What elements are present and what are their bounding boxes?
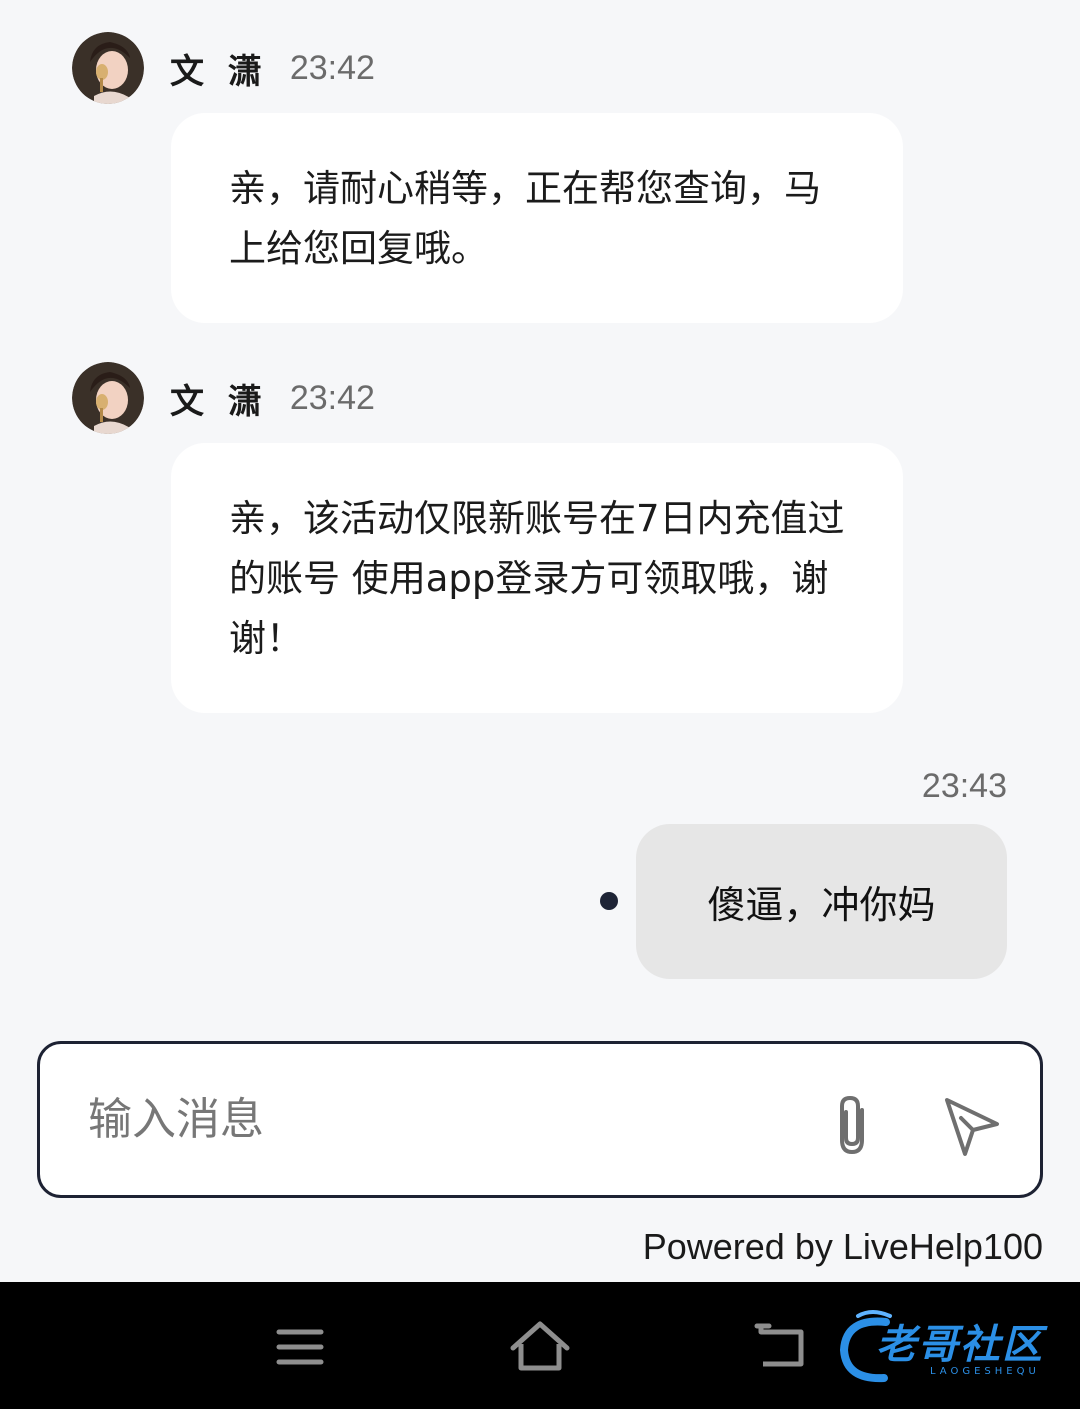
message-header: 文 潇 23:42 — [72, 362, 375, 434]
message-header: 文 潇 23:42 — [72, 32, 375, 104]
message-time: 23:42 — [289, 378, 375, 417]
send-icon[interactable] — [941, 1096, 1003, 1158]
agent-avatar[interactable] — [72, 362, 144, 434]
message-text: 亲，请耐心稍等，正在帮您查询，马上给您回复哦。 — [229, 167, 821, 270]
powered-by-label: Powered by LiveHelp100 — [642, 1226, 1043, 1267]
avatar-image — [72, 32, 144, 104]
message-time: 23:42 — [289, 48, 375, 87]
agent-avatar[interactable] — [72, 32, 144, 104]
agent-message-bubble: 亲，请耐心稍等，正在帮您查询，马上给您回复哦。 — [171, 113, 903, 323]
menu-icon[interactable] — [265, 1312, 335, 1382]
message-composer — [37, 1041, 1043, 1198]
outgoing-time: 23:43 — [921, 767, 1007, 805]
message-text: 傻逼，冲你妈 — [707, 883, 936, 927]
home-icon[interactable] — [505, 1312, 575, 1382]
sending-status-dot — [600, 892, 618, 910]
message-text: 亲，该活动仅限新账号在7日内充值过的账号 使用app登录方可领取哦，谢谢！ — [229, 497, 845, 660]
chat-area: 文 潇 23:42 亲，请耐心稍等，正在帮您查询，马上给您回复哦。 文 潇 23… — [0, 0, 1080, 1282]
sender-name: 文 潇 — [170, 381, 268, 422]
paperclip-icon[interactable] — [828, 1090, 876, 1160]
avatar-image — [72, 362, 144, 434]
system-nav-bar: 老哥社区 LAOGESHEQU — [0, 1282, 1080, 1409]
user-message-bubble: 傻逼，冲你妈 — [636, 824, 1007, 979]
watermark-subtext: LAOGESHEQU — [930, 1366, 1040, 1377]
sender-name: 文 潇 — [170, 51, 268, 92]
back-icon[interactable] — [745, 1312, 815, 1382]
watermark-text: 老哥社区 — [876, 1322, 1044, 1368]
watermark-logo: 老哥社区 LAOGESHEQU — [836, 1302, 1066, 1392]
agent-message-bubble: 亲，该活动仅限新账号在7日内充值过的账号 使用app登录方可领取哦，谢谢！ — [171, 443, 903, 713]
message-input[interactable] — [88, 1044, 788, 1195]
